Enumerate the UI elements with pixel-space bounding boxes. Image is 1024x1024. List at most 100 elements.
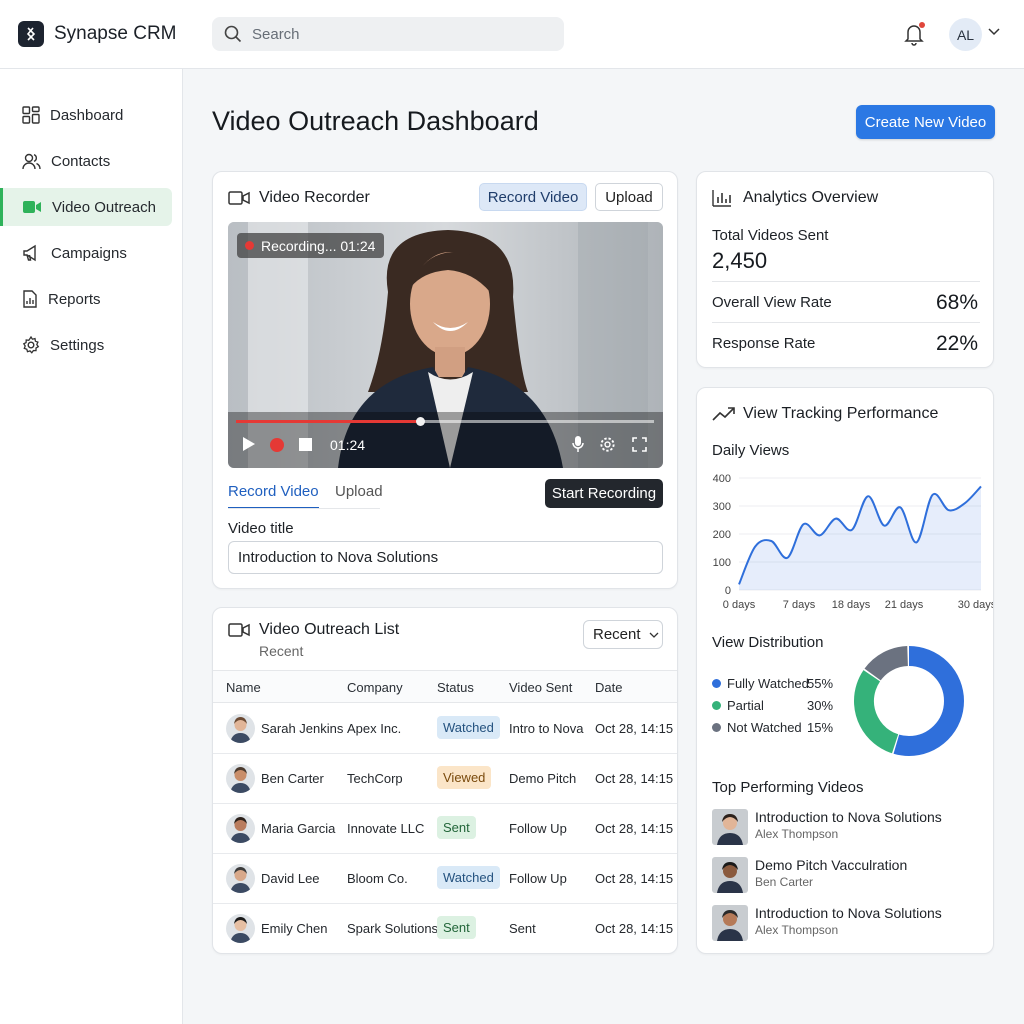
legend-label: Not Watched — [727, 720, 802, 735]
user-avatar[interactable]: AL — [949, 18, 982, 51]
status-badge: Sent — [437, 816, 476, 839]
settings-gear-icon[interactable] — [599, 436, 616, 453]
data-point — [738, 583, 740, 585]
top-video-item[interactable]: Introduction to Nova Solutions Alex Thomp… — [712, 807, 982, 851]
report-icon — [23, 290, 37, 308]
table-row[interactable]: Sarah Jenkins Apex Inc. Watched Intro to No… — [213, 704, 677, 754]
daily-views-chart[interactable]: 0 100 200 300 400 0 days 7 days 18 days 21 days 3… — [697, 466, 993, 616]
record-icon[interactable] — [269, 437, 285, 453]
sidebar-item-label: Video Outreach — [52, 198, 156, 216]
data-point — [915, 541, 917, 543]
sidebar-item-reports[interactable]: Reports — [0, 280, 172, 318]
cell-video-sent: Intro to Nova — [509, 721, 584, 736]
sidebar-item-contacts[interactable]: Contacts — [0, 142, 172, 180]
search-input[interactable] — [252, 25, 532, 43]
video-preview[interactable]: Recording... 01:24 01:24 — [228, 222, 663, 468]
column-header-name[interactable]: Name — [226, 680, 261, 695]
recording-badge: Recording... 01:24 — [237, 233, 385, 258]
tab-upload[interactable]: Upload — [335, 483, 383, 507]
stop-icon[interactable] — [299, 438, 312, 451]
cell-name: Ben Carter — [261, 771, 324, 786]
status-badge: Sent — [437, 916, 476, 939]
legend-dot — [712, 679, 721, 688]
total-videos-label: Total Videos Sent — [712, 227, 829, 244]
legend-item-fully-watched: Fully Watched — [712, 676, 809, 691]
table-row[interactable]: David Lee Bloom Co. Watched Follow Up Oct 28… — [213, 854, 677, 904]
data-point — [964, 502, 966, 504]
data-point — [835, 518, 837, 520]
create-new-video-button[interactable]: Create New Video — [856, 105, 995, 139]
sidebar-item-dashboard[interactable]: Dashboard — [0, 96, 172, 134]
users-icon — [22, 153, 41, 170]
divider — [712, 322, 980, 323]
video-title-input[interactable] — [228, 541, 663, 574]
view-rate-value: 68% — [935, 291, 978, 314]
top-video-item[interactable]: Demo Pitch Vacculration Ben Carter — [712, 855, 982, 899]
x-tick-label: 21 days — [885, 599, 924, 611]
legend-label: Partial — [727, 698, 764, 713]
avatar — [226, 914, 255, 943]
video-icon — [23, 201, 41, 213]
play-icon[interactable] — [242, 436, 256, 452]
column-header-company[interactable]: Company — [347, 680, 403, 695]
avatar — [226, 864, 255, 893]
x-tick-label: 30 days — [958, 599, 993, 611]
recording-dot-icon — [245, 241, 254, 250]
column-header-video-sent[interactable]: Video Sent — [509, 680, 572, 695]
top-video-author: Alex Thompson — [755, 827, 839, 841]
view-distribution-donut-chart[interactable] — [852, 644, 966, 758]
grid-icon — [22, 106, 40, 124]
sidebar-item-campaigns[interactable]: Campaigns — [0, 234, 172, 272]
data-point — [980, 485, 982, 487]
top-video-item[interactable]: Introduction to Nova Solutions Alex Thomp… — [712, 903, 982, 947]
column-header-date[interactable]: Date — [595, 680, 622, 695]
table-row[interactable]: Emily Chen Spark Solutions Sent Sent Oct 28,… — [213, 904, 677, 954]
y-tick-label: 300 — [713, 501, 731, 513]
brand[interactable]: Synapse CRM — [18, 21, 177, 47]
video-frame-image — [228, 222, 663, 468]
column-header-status[interactable]: Status — [437, 680, 474, 695]
cell-company: Bloom Co. — [347, 871, 408, 886]
divider — [712, 281, 980, 282]
gear-icon — [22, 336, 40, 354]
sidebar-item-label: Settings — [50, 336, 105, 354]
page-title: Video Outreach Dashboard — [212, 106, 539, 136]
table-row[interactable]: Ben Carter TechCorp Viewed Demo Pitch Oct 28… — [213, 754, 677, 804]
cell-date: Oct 28, 14:15 — [595, 821, 674, 836]
x-tick-label: 7 days — [783, 599, 816, 611]
x-tick-label: 18 days — [832, 599, 871, 611]
data-point — [754, 546, 756, 548]
video-progress-bar[interactable] — [236, 417, 654, 426]
fullscreen-icon[interactable] — [632, 437, 647, 452]
avatar — [226, 764, 255, 793]
sidebar-item-settings[interactable]: Settings — [0, 326, 172, 364]
sidebar-item-video-outreach[interactable]: Video Outreach — [0, 188, 172, 226]
notification-bell-icon[interactable] — [903, 22, 927, 46]
cell-date: Oct 28, 14:15 — [595, 871, 674, 886]
sidebar-item-label: Dashboard — [50, 106, 124, 124]
cell-video-sent: Sent — [509, 921, 536, 936]
tab-record-video[interactable]: Record Video — [228, 483, 319, 509]
search-icon — [224, 25, 242, 43]
legend-item-partial: Partial — [712, 698, 764, 713]
legend-dot — [712, 723, 721, 732]
data-point — [899, 506, 901, 508]
tracking-title: View Tracking Performance — [743, 405, 939, 422]
legend-pct-not-watched: 15% — [807, 720, 834, 735]
table-row[interactable]: Maria Garcia Innovate LLC Sent Follow Up Oct… — [213, 804, 677, 854]
avatar — [226, 714, 255, 743]
video-progress-handle[interactable] — [415, 417, 425, 426]
search-bar[interactable] — [212, 17, 564, 51]
y-tick-label: 0 — [725, 585, 731, 597]
sort-select[interactable]: Recent — [583, 620, 663, 649]
video-title-label: Video title — [228, 520, 294, 537]
start-recording-button[interactable]: Start Recording — [545, 479, 663, 508]
data-point — [883, 525, 885, 527]
total-videos-value: 2,450 — [712, 248, 768, 273]
upload-button[interactable]: Upload — [595, 183, 663, 211]
record-video-button[interactable]: Record Video — [479, 183, 587, 211]
microphone-icon[interactable] — [572, 435, 584, 453]
chevron-down-icon[interactable] — [988, 28, 1000, 36]
bar-chart-icon — [712, 190, 731, 207]
table-header: Name Company Status Video Sent Date — [213, 670, 677, 703]
